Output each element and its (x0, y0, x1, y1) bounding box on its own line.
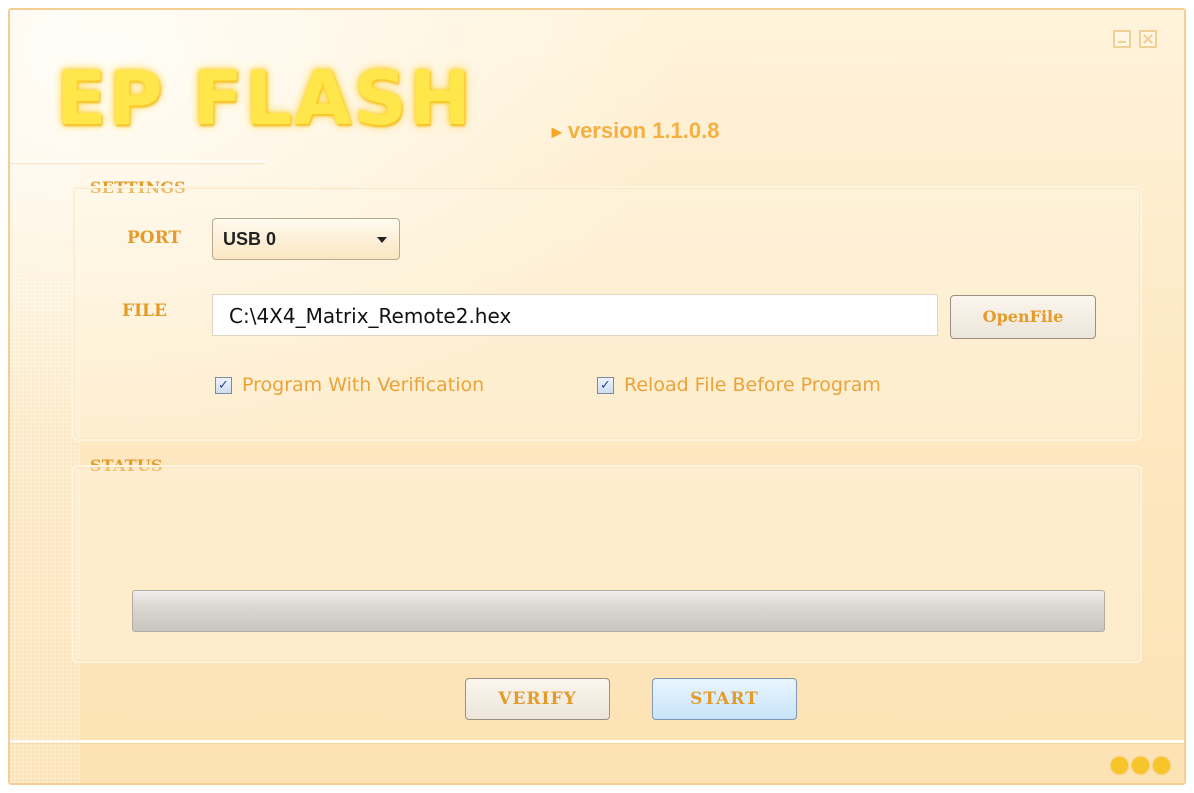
port-label: PORT (127, 228, 182, 248)
footer-divider (10, 740, 1184, 743)
chevron-down-icon (377, 237, 387, 243)
dot-icon (1132, 757, 1149, 774)
start-button[interactable]: START (652, 678, 797, 720)
file-label: FILE (122, 301, 167, 321)
status-dots (1111, 757, 1170, 774)
status-group (72, 465, 1142, 663)
program-with-verification-label: Program With Verification (242, 374, 485, 396)
program-with-verification-option[interactable]: ✓ Program With Verification (215, 374, 484, 396)
app-window: EP FLASH ►version 1.1.0.8 SETTINGS PORT … (8, 8, 1186, 785)
reload-file-before-program-checkbox[interactable]: ✓ (597, 376, 614, 394)
dot-icon (1111, 757, 1128, 774)
version-arrow-icon: ► (548, 122, 566, 142)
close-icon[interactable] (1139, 30, 1157, 48)
verify-button[interactable]: VERIFY (465, 678, 610, 720)
file-path-input[interactable]: C:\4X4_Matrix_Remote2.hex (212, 294, 938, 336)
program-with-verification-checkbox[interactable]: ✓ (215, 376, 232, 394)
open-file-button[interactable]: OpenFile (950, 295, 1096, 339)
app-logo: EP FLASH (56, 56, 473, 142)
version-text: version 1.1.0.8 (567, 118, 720, 143)
reload-file-before-program-label: Reload File Before Program (624, 374, 881, 396)
progress-bar (132, 590, 1105, 632)
minimize-icon[interactable] (1113, 30, 1131, 48)
port-select[interactable]: USB 0 (212, 218, 400, 260)
dot-icon (1153, 757, 1170, 774)
version-label: ►version 1.1.0.8 (548, 118, 719, 144)
header-divider (10, 160, 265, 163)
port-select-value: USB 0 (223, 229, 277, 249)
reload-file-before-program-option[interactable]: ✓ Reload File Before Program (597, 374, 881, 396)
